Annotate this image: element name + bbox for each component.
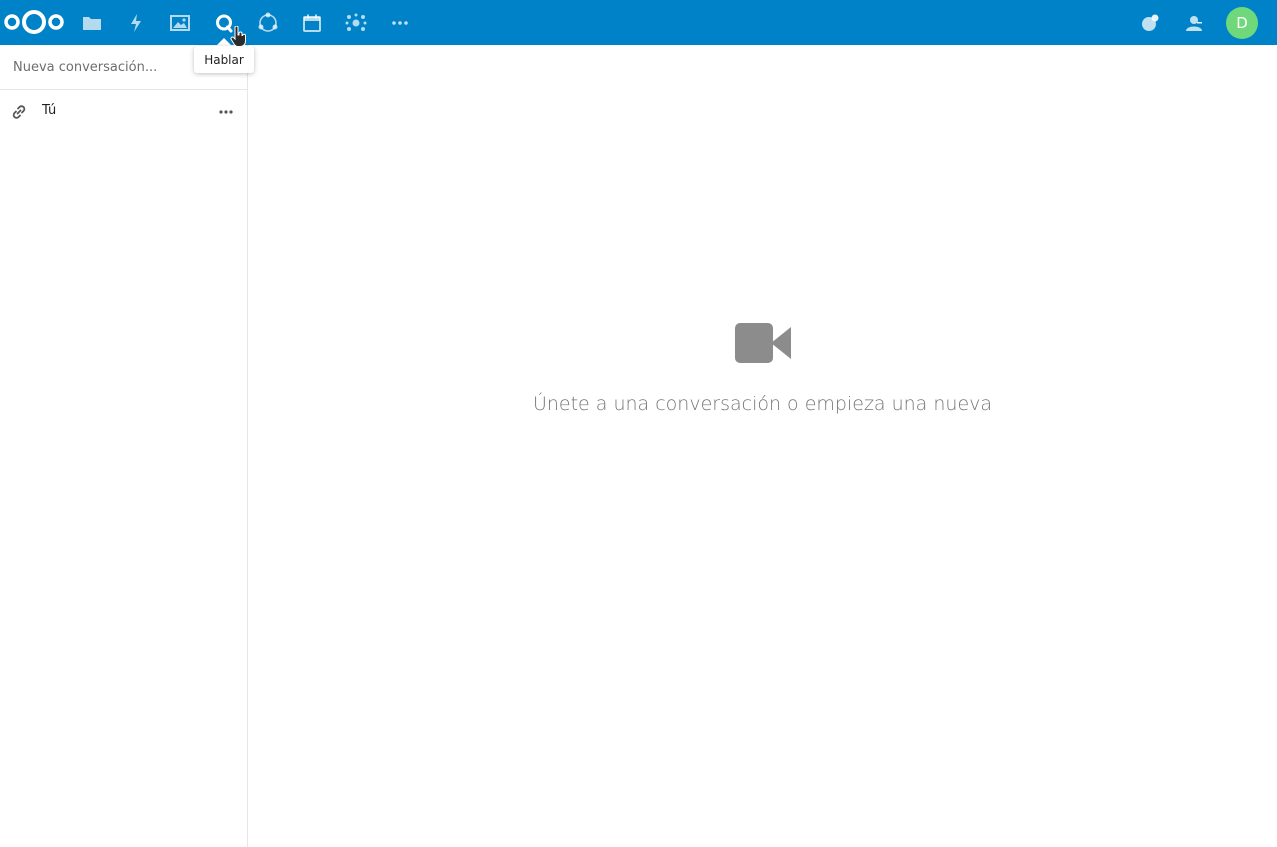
activity-icon[interactable] — [114, 0, 158, 45]
tooltip-text: Hablar — [204, 52, 244, 67]
link-icon — [11, 104, 27, 120]
avatar-initial: D — [1236, 14, 1248, 32]
notifications-icon[interactable] — [1128, 0, 1172, 45]
social-icon[interactable] — [334, 0, 378, 45]
files-icon[interactable] — [70, 0, 114, 45]
conversation-label: Tú — [42, 103, 57, 118]
conversation-item[interactable]: Tú — [0, 97, 247, 127]
nextcloud-logo[interactable] — [3, 8, 65, 36]
contacts-icon[interactable] — [1172, 0, 1216, 45]
conversation-menu-button[interactable] — [214, 101, 238, 123]
gallery-icon[interactable] — [158, 0, 202, 45]
more-apps-icon[interactable] — [378, 0, 422, 45]
top-header: D — [0, 0, 1277, 45]
circles-icon[interactable] — [246, 0, 290, 45]
main-content: Únete a una conversación o empieza una n… — [248, 45, 1277, 847]
conversation-sidebar: Tú — [0, 45, 248, 847]
video-camera-icon — [735, 323, 791, 363]
calendar-icon[interactable] — [290, 0, 334, 45]
app-tooltip: Hablar — [194, 46, 254, 73]
user-avatar[interactable]: D — [1226, 7, 1258, 39]
empty-state-message: Únete a una conversación o empieza una n… — [532, 393, 993, 415]
hand-cursor-icon — [230, 25, 248, 48]
